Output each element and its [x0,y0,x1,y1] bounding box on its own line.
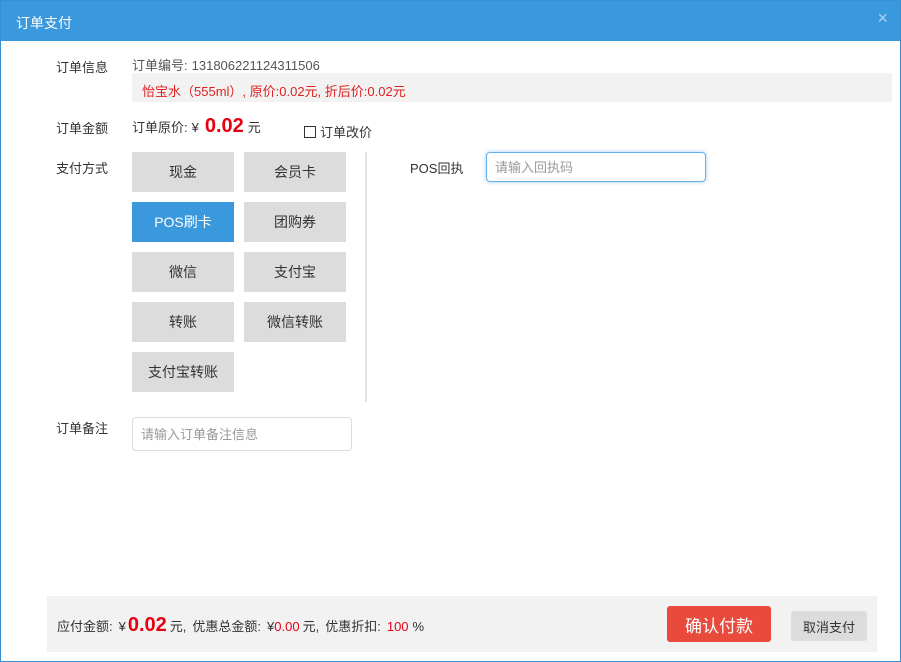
order-info-label: 订单信息 [56,60,109,75]
discount-rate-unit: % [412,619,425,634]
order-remark-input[interactable] [132,417,352,451]
pos-receipt-input[interactable] [486,152,706,182]
discount-total-currency: ¥ [267,619,275,634]
cancel-payment-button[interactable]: 取消支付 [791,611,867,641]
pos-receipt-label: POS回执 [410,161,464,176]
original-price-unit: 元 [247,120,261,135]
discount-rate-label: 优惠折扣: [325,619,381,634]
discount-total-value: 0.00 [274,619,300,634]
order-number-value: 131806221124311506 [191,58,320,73]
dialog-titlebar: 订单支付 × [1,1,900,41]
pay-method-transfer-button[interactable]: 转账 [132,302,234,342]
order-item-box: 怡宝水（555ml）, 原价:0.02元, 折后价:0.02元 [132,73,892,102]
pay-method-alipay-button[interactable]: 支付宝 [244,252,346,292]
order-number: 订单编号: 131806221124311506 [132,55,320,74]
dialog-title: 订单支付 [16,15,72,31]
pay-method-wechat-transfer-button[interactable]: 微信转账 [244,302,346,342]
payable-unit: 元, [169,619,187,634]
pay-method-cash-button[interactable]: 现金 [132,152,234,192]
original-price-value: 0.02 [204,115,244,137]
payment-method-label: 支付方式 [56,161,109,176]
close-icon[interactable]: × [877,9,888,27]
payment-footer: 应付金额: ¥ 0.02 元, 优惠总金额: ¥ 0.00 元, 优惠折扣: 1… [47,596,877,652]
original-price-label: 订单原价: [132,120,188,135]
order-amount-label: 订单金额 [56,121,109,136]
order-number-label: 订单编号: [132,58,188,73]
discount-rate-value: 100 [386,619,409,634]
pay-method-group-coupon-button[interactable]: 团购券 [244,202,346,242]
payable-currency: ¥ [118,619,126,634]
payable-label: 应付金额: [57,619,113,634]
confirm-payment-button[interactable]: 确认付款 [667,606,771,642]
change-price-toggle[interactable]: 订单改价 [304,122,372,141]
discount-total-unit: 元, [302,619,320,634]
discount-total-label: 优惠总金额: [192,619,262,634]
pay-method-wechat-button[interactable]: 微信 [132,252,234,292]
change-price-label: 订单改价 [320,125,373,140]
pay-method-member-card-button[interactable]: 会员卡 [244,152,346,192]
vertical-divider [365,152,367,402]
change-price-checkbox[interactable] [304,125,316,138]
order-payment-dialog: 订单支付 × 订单信息 订单编号: 131806221124311506 怡宝水（… [0,0,901,662]
payment-summary: 应付金额: ¥ 0.02 元, 优惠总金额: ¥ 0.00 元, 优惠折扣: 1… [57,614,424,637]
pay-method-pos-button[interactable]: POS刷卡 [132,202,234,242]
original-price-currency: ¥ [191,120,199,135]
order-remark-label: 订单备注 [56,421,109,436]
payable-value: 0.02 [127,614,167,636]
order-item-text: 怡宝水（555ml）, 原价:0.02元, 折后价:0.02元 [142,84,406,99]
original-price-row: 订单原价: ¥ 0.02 元 [132,115,261,143]
pay-method-alipay-transfer-button[interactable]: 支付宝转账 [132,352,234,392]
